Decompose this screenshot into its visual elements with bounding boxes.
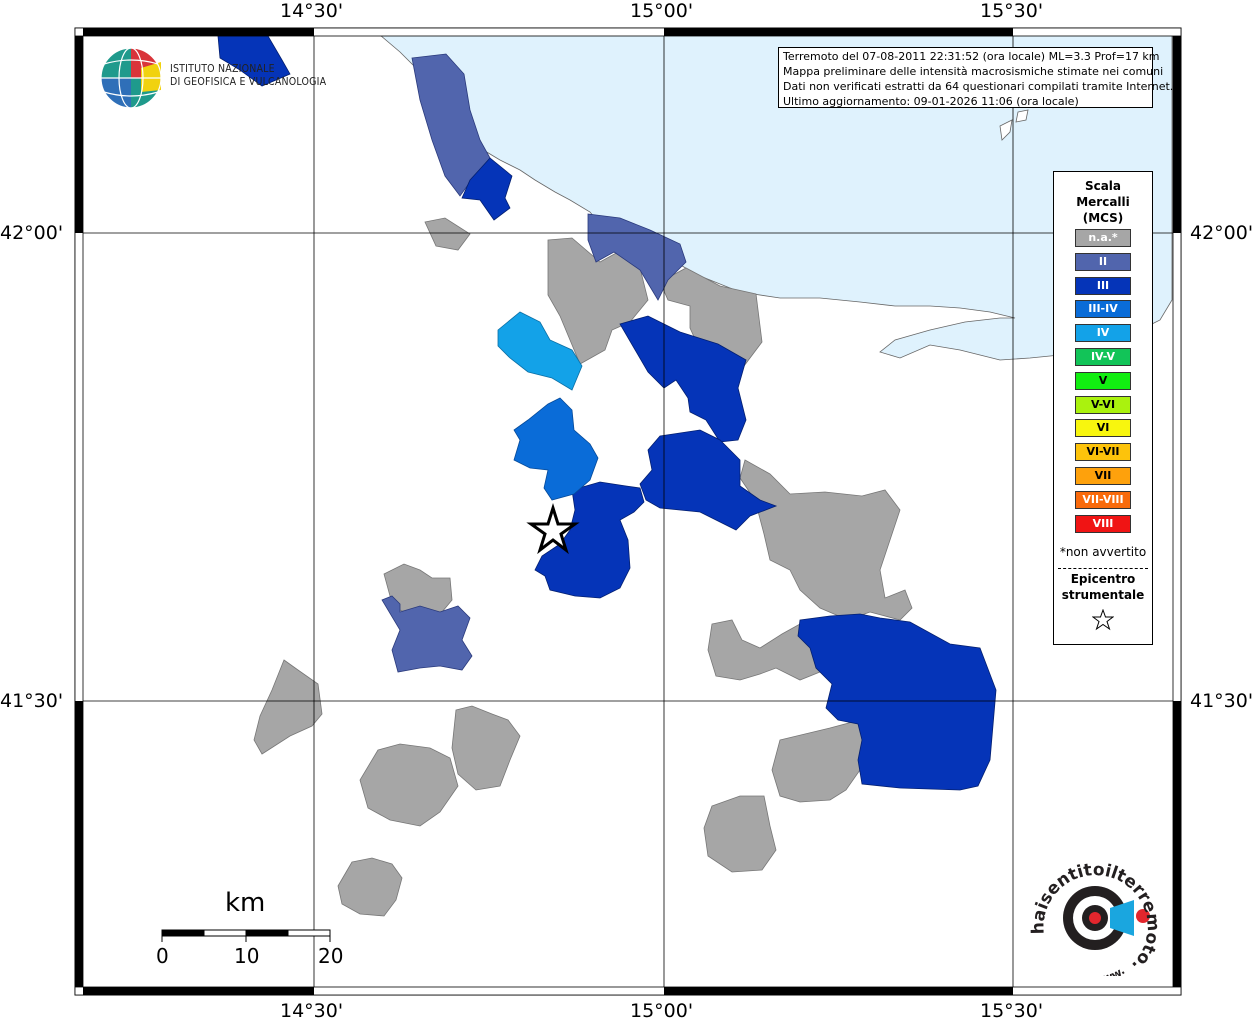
lat-label-right-1: 42°00': [1190, 222, 1254, 244]
legend-title-line1: Scala: [1084, 179, 1122, 193]
legend-item: V: [1075, 371, 1131, 390]
legend-title-line3: (MCS): [1082, 211, 1124, 225]
lat-label-left-1: 42°00': [0, 222, 64, 244]
logo-line1: ISTITUTO NAZIONALE: [170, 63, 275, 75]
lon-label-top-3: 15°30': [980, 0, 1044, 22]
legend-epicenter-line2: strumentale: [1061, 588, 1145, 602]
municipalities-iii-iv: [513, 397, 599, 501]
lat-label-left-2: 41°30': [0, 690, 64, 712]
legend-item: VI-VII: [1075, 443, 1131, 462]
ingv-logo-text: ISTITUTO NAZIONALE DI GEOFISICA E VULCAN…: [170, 63, 326, 89]
legend-item: VIII: [1075, 514, 1131, 533]
legend-divider: [1058, 568, 1148, 569]
scale-tick-0: 0: [156, 944, 169, 968]
scale-unit: km: [225, 888, 266, 918]
lon-label-bottom-1: 14°30': [280, 1000, 344, 1022]
legend-item: n.a.*: [1075, 229, 1131, 247]
scale-tick-10: 10: [234, 944, 260, 968]
lon-label-bottom-2: 15°00': [630, 1000, 694, 1022]
info-line3: Dati non verificati estratti da 64 quest…: [783, 80, 1174, 93]
legend-title-line2: Mercalli: [1076, 195, 1130, 209]
lon-label-top-2: 15°00': [630, 0, 694, 22]
haisentito-logo: haisentitoilterremoto.it www.: [1030, 856, 1160, 976]
legend-item: III-IV: [1075, 300, 1131, 319]
info-line1: Terremoto del 07-08-2011 22:31:52 (ora l…: [783, 50, 1160, 63]
lon-label-top-1: 14°30': [280, 0, 344, 22]
mcs-legend: Scala Mercalli (MCS) n.a.* II III III-IV IV I…: [1053, 171, 1153, 645]
brand-url: www.: [1093, 964, 1127, 976]
legend-item: VII-VIII: [1075, 490, 1131, 509]
ingv-logo-icon: [100, 47, 162, 109]
info-line2: Mappa preliminare delle intensità macros…: [783, 65, 1164, 78]
legend-item: V-VI: [1075, 395, 1131, 414]
legend-item: III: [1075, 276, 1131, 295]
lon-label-bottom-3: 15°30': [980, 1000, 1044, 1022]
legend-epicenter-label: Epicentro strumentale: [1054, 571, 1152, 603]
legend-item: VII: [1075, 467, 1131, 485]
legend-epicenter-line1: Epicentro: [1070, 572, 1136, 586]
legend-item: IV: [1075, 324, 1131, 343]
legend-item: IV-V: [1075, 348, 1131, 366]
lat-label-right-2: 41°30': [1190, 690, 1254, 712]
scale-bar: [161, 929, 331, 942]
logo-line2: DI GEOFISICA E VULCANOLOGIA: [170, 76, 327, 88]
info-line4: Ultimo aggiornamento: 09-01-2026 11:06 (…: [783, 95, 1079, 108]
legend-note: *non avvertito: [1059, 545, 1147, 559]
epicenter-star-icon: [1092, 609, 1114, 631]
event-info-box: Terremoto del 07-08-2011 22:31:52 (ora l…: [778, 47, 1174, 108]
legend-item: II: [1075, 252, 1131, 271]
legend-title: Scala Mercalli (MCS): [1054, 178, 1152, 226]
legend-item: VI: [1075, 419, 1131, 438]
scale-tick-20: 20: [318, 944, 344, 968]
